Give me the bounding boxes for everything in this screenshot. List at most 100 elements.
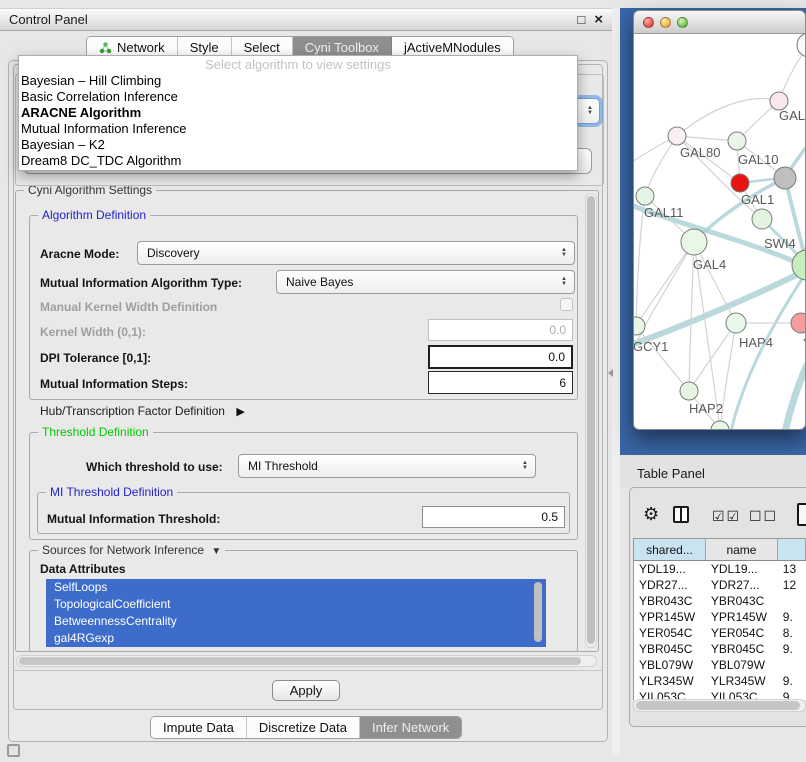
mi-threshold-legend: MI Threshold Definition — [46, 485, 177, 499]
float-panel-icon[interactable]: □ — [577, 13, 585, 26]
dpi-tolerance-label: DPI Tolerance [0,1]: — [40, 351, 151, 365]
table-row[interactable]: YLR345WYLR345W9. — [634, 673, 806, 689]
network-edge — [634, 266, 805, 346]
mi-steps-field[interactable]: 6 — [428, 371, 573, 394]
network-node[interactable] — [791, 313, 805, 333]
panel-splitter[interactable] — [612, 8, 620, 755]
control-panel-title: Control Panel — [9, 12, 88, 27]
table-row[interactable]: YDR27...YDR27...12 — [634, 577, 806, 593]
network-node[interactable] — [668, 127, 686, 145]
table-row[interactable]: YBL079WYBL079W — [634, 657, 806, 673]
table-cell: YPR145W — [706, 609, 778, 625]
table-header-row: shared...name — [634, 538, 806, 561]
popup-item[interactable]: Bayesian – K2 — [19, 137, 577, 153]
list-item[interactable]: TopologicalCoefficient — [46, 596, 546, 613]
table-cell: YER054C — [706, 625, 778, 641]
popup-item[interactable]: Bayesian – Hill Climbing — [19, 73, 577, 89]
mi-threshold-field[interactable]: 0.5 — [422, 506, 565, 528]
unchecked-boxes-icon[interactable]: ☐☐ — [749, 508, 778, 525]
node-label: GAL10 — [738, 152, 778, 167]
network-node[interactable] — [680, 382, 698, 400]
settings-vertical-scrollbar[interactable] — [585, 193, 597, 648]
splitter-collapse-icon[interactable] — [608, 369, 613, 377]
data-attributes-label: Data Attributes — [40, 562, 126, 576]
popup-item[interactable]: Dream8 DC_TDC Algorithm — [19, 153, 577, 169]
aracne-mode-combo[interactable]: Discovery ▲▼ — [137, 241, 575, 265]
table-panel-title: Table Panel — [637, 466, 705, 481]
columns-icon[interactable] — [673, 506, 689, 523]
manual-kernel-checkbox[interactable] — [560, 298, 573, 311]
tab-infer-network[interactable]: Infer Network — [360, 717, 461, 738]
network-node[interactable] — [681, 229, 707, 255]
minimize-window-icon[interactable] — [660, 17, 671, 28]
network-node[interactable] — [634, 317, 645, 335]
table-row[interactable]: YER054CYER054C8. — [634, 625, 806, 641]
network-node[interactable] — [774, 167, 796, 189]
apply-button[interactable]: Apply — [272, 680, 340, 701]
checked-boxes-icon[interactable]: ☑☑ — [712, 508, 741, 525]
node-label: HAP4 — [739, 335, 773, 350]
network-window-titlebar[interactable] — [634, 11, 805, 34]
gear-icon[interactable]: ⚙ — [643, 504, 659, 525]
table-row[interactable]: YPR145WYPR145W9. — [634, 609, 806, 625]
combo-stepper-icon: ▲▼ — [561, 277, 567, 287]
table-cell: 12 — [778, 577, 806, 593]
kernel-width-field[interactable]: 0.0 — [428, 319, 573, 341]
network-node[interactable] — [728, 132, 746, 150]
which-threshold-combo[interactable]: MI Threshold ▲▼ — [238, 454, 536, 478]
table-cell: YER054C — [634, 625, 706, 641]
tab-label: Discretize Data — [259, 720, 347, 735]
list-item[interactable]: gal4RGexp — [46, 630, 546, 647]
table-cell: YLR345W — [634, 673, 706, 689]
popup-item[interactable]: Basic Correlation Inference — [19, 89, 577, 105]
network-edge — [636, 242, 694, 326]
dpi-tolerance-field[interactable]: 0.0 — [428, 345, 573, 369]
popup-item[interactable]: ARACNE Algorithm — [19, 105, 577, 121]
attributes-list-scrollbar[interactable] — [534, 582, 542, 642]
expand-right-icon[interactable]: ▶ — [236, 406, 244, 418]
zoom-window-icon[interactable] — [677, 17, 688, 28]
network-node[interactable] — [636, 187, 654, 205]
settings-horizontal-scrollbar[interactable] — [16, 655, 597, 667]
kernel-width-label: Kernel Width (0,1): — [40, 325, 146, 339]
table-cell: YDR27... — [634, 577, 706, 593]
document-icon[interactable] — [797, 503, 806, 526]
network-edge — [689, 323, 736, 391]
column-header[interactable]: shared... — [634, 539, 706, 560]
mi-threshold-label: Mutual Information Threshold: — [47, 512, 220, 526]
column-header[interactable] — [778, 539, 806, 560]
node-label: HAP2 — [689, 401, 723, 416]
mi-type-combo[interactable]: Naive Bayes ▲▼ — [276, 270, 575, 294]
network-node[interactable] — [752, 209, 772, 229]
collapse-down-icon[interactable]: ▼ — [211, 546, 221, 557]
table-cell: YDR27... — [706, 577, 778, 593]
manual-kernel-label: Manual Kernel Width Definition — [40, 300, 217, 314]
data-attributes-list[interactable]: SelfLoopsTopologicalCoefficientBetweenne… — [46, 579, 546, 647]
algorithm-definition-legend: Algorithm Definition — [38, 208, 150, 222]
tab-label: Impute Data — [163, 720, 234, 735]
sources-legend[interactable]: Sources for Network Inference ▼ — [38, 543, 225, 557]
table-row[interactable]: YBR043CYBR043C — [634, 593, 806, 609]
list-item[interactable]: SelfLoops — [46, 579, 546, 596]
network-node[interactable] — [726, 313, 746, 333]
column-header[interactable]: name — [706, 539, 778, 560]
table-row[interactable]: YBR045CYBR045C9. — [634, 641, 806, 657]
popup-item[interactable]: Mutual Information Inference — [19, 121, 577, 137]
node-label: GAL — [779, 108, 805, 123]
table-row[interactable]: YDL19...YDL19...13 — [634, 561, 806, 577]
tab-impute-data[interactable]: Impute Data — [151, 717, 247, 738]
network-node[interactable] — [797, 34, 805, 57]
hub-definition-toggle[interactable]: Hub/Transcription Factor Definition ▶ — [40, 404, 245, 418]
tab-discretize-data[interactable]: Discretize Data — [247, 717, 360, 738]
collapsed-panel-icon[interactable] — [7, 744, 20, 757]
network-node[interactable] — [731, 174, 749, 192]
close-window-icon[interactable] — [643, 17, 654, 28]
network-canvas[interactable]: GALGAL80GAL10GAL1GAL11SWI4GAL4GCY1HAP4YH… — [634, 34, 805, 430]
list-item[interactable]: BetweennessCentrality — [46, 613, 546, 630]
node-label: GAL80 — [680, 145, 720, 160]
which-threshold-label: Which threshold to use: — [86, 460, 223, 474]
node-label: GAL1 — [741, 192, 774, 207]
mi-type-label: Mutual Information Algorithm Type: — [40, 276, 242, 290]
close-panel-icon[interactable]: × — [594, 13, 603, 26]
table-horizontal-scrollbar[interactable] — [633, 699, 806, 712]
